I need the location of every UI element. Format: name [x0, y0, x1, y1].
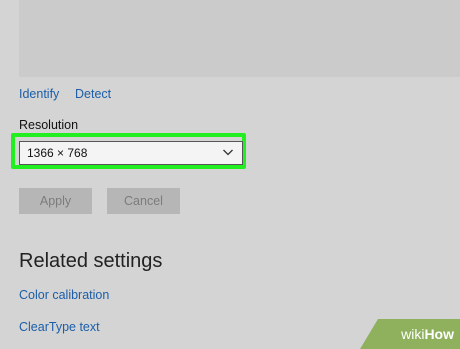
watermark-wiki-text: wiki — [401, 326, 425, 342]
identify-link[interactable]: Identify — [19, 87, 59, 101]
wikihow-watermark: wikiHow — [360, 319, 460, 349]
cleartype-text-link[interactable]: ClearType text — [19, 320, 100, 334]
resolution-dropdown[interactable]: 1366 × 768 — [19, 141, 243, 165]
display-preview-area — [19, 0, 460, 77]
cancel-button[interactable]: Cancel — [107, 188, 180, 214]
color-calibration-link[interactable]: Color calibration — [19, 288, 109, 302]
resolution-value: 1366 × 768 — [27, 146, 88, 160]
watermark-how-text: How — [424, 326, 454, 342]
detect-link[interactable]: Detect — [75, 87, 111, 101]
related-settings-heading: Related settings — [19, 250, 163, 272]
chevron-down-icon — [223, 149, 233, 156]
resolution-label: Resolution — [19, 118, 79, 132]
apply-button[interactable]: Apply — [19, 188, 92, 214]
